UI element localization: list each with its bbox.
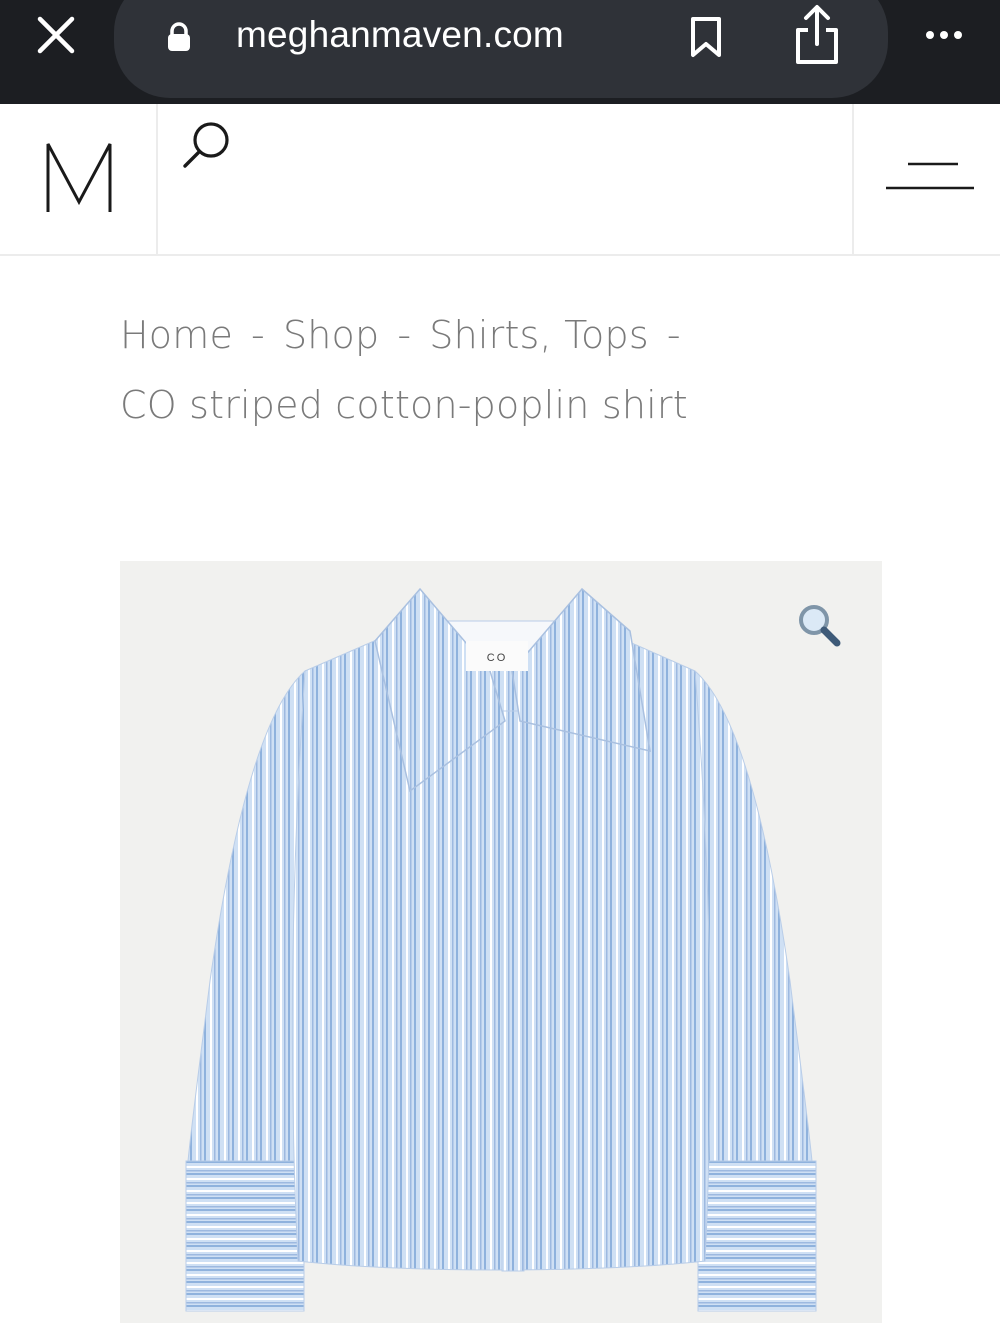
breadcrumb-separator: -	[397, 313, 412, 357]
menu-button[interactable]	[880, 154, 980, 204]
bookmark-icon	[691, 17, 721, 57]
share-icon	[796, 5, 838, 64]
breadcrumb: Home - Shop - Shirts, Tops - CO striped cotto…	[120, 300, 820, 440]
more-icon	[940, 31, 948, 39]
more-button[interactable]	[914, 20, 974, 50]
brand-label-tag: CO	[487, 652, 508, 664]
lock-icon	[168, 22, 190, 51]
share-button[interactable]	[790, 2, 844, 68]
menu-icon	[886, 162, 974, 190]
search-button[interactable]	[178, 116, 238, 176]
header-divider	[852, 104, 854, 254]
magnifier-icon[interactable]	[796, 602, 842, 648]
breadcrumb-separator: -	[251, 313, 265, 357]
browser-toolbar: meghanmaven.com	[0, 0, 1000, 104]
breadcrumb-separator: -	[666, 313, 681, 357]
url-text[interactable]: meghanmaven.com	[236, 12, 564, 58]
site-logo[interactable]	[44, 140, 114, 214]
close-icon	[37, 16, 75, 54]
search-icon	[183, 122, 229, 168]
more-icon	[926, 31, 934, 39]
bookmark-button[interactable]	[684, 12, 728, 62]
breadcrumb-shop[interactable]: Shop	[283, 313, 379, 357]
shirt-illustration: CO	[185, 587, 817, 1312]
breadcrumb-current: CO striped cotton-poplin shirt	[120, 383, 688, 427]
breadcrumb-home[interactable]: Home	[120, 313, 233, 357]
product-image[interactable]: CO	[120, 561, 882, 1323]
breadcrumb-shirts-tops[interactable]: Shirts, Tops	[429, 313, 649, 357]
header-divider	[156, 104, 158, 254]
site-header	[0, 104, 1000, 256]
more-icon	[954, 31, 962, 39]
close-button[interactable]	[28, 10, 84, 60]
